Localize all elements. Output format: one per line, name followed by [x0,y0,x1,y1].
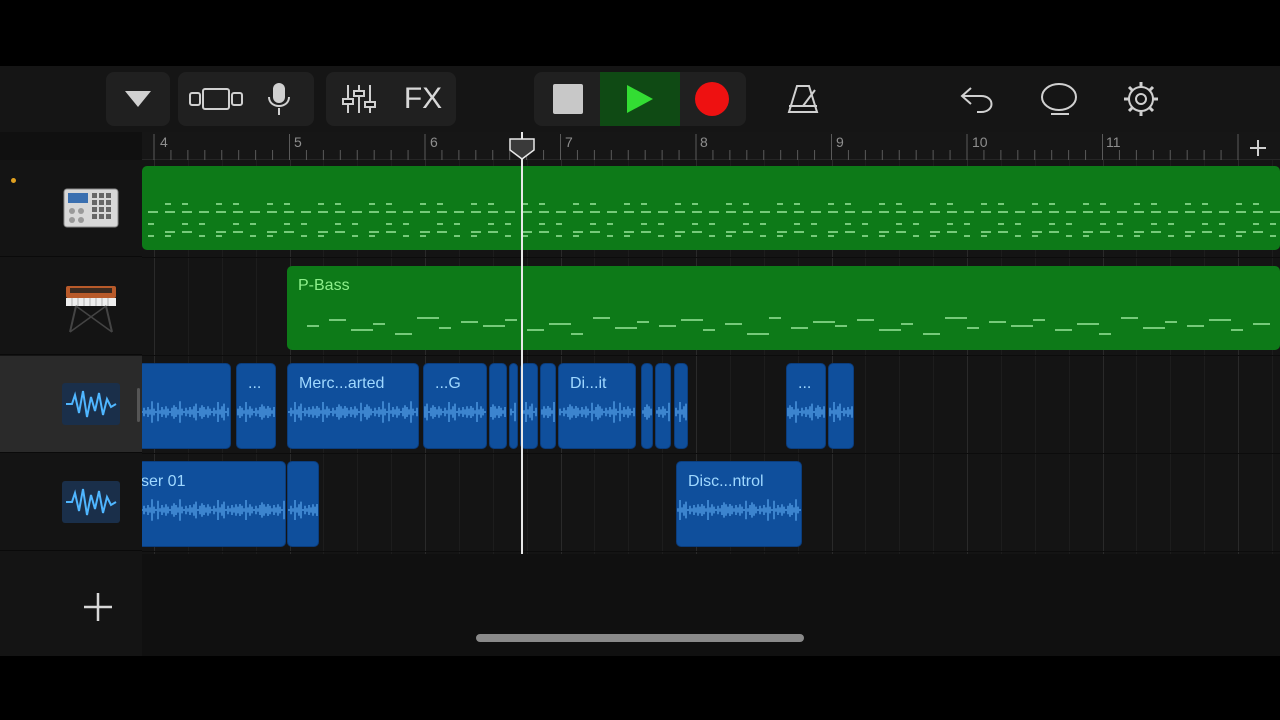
settings-button[interactable] [1110,72,1172,126]
audio-region[interactable] [287,461,319,547]
region-label: Disc...ntrol [688,473,764,490]
audio-region[interactable] [674,363,688,449]
bar-number: 6 [430,134,438,150]
track-header-bass-synth[interactable] [0,258,142,355]
audio-region[interactable]: ... [786,363,826,449]
audio-region[interactable]: ser 01 [142,461,286,547]
home-indicator[interactable] [476,634,804,642]
playhead[interactable] [521,132,523,554]
audio-waveform-icon [62,383,120,425]
audio-region[interactable]: ...G [423,363,487,449]
stop-button[interactable] [536,72,600,126]
tracks-area[interactable]: P-Bass ... Merc...arted ...G Di...it ...… [142,160,1280,554]
view-toggle-group [178,72,314,126]
region-label: ... [248,375,262,392]
audio-region[interactable]: Merc...arted [287,363,419,449]
audio-region[interactable] [142,363,231,449]
play-icon [627,85,653,113]
region-label: ...G [435,375,461,392]
bar-number: 4 [160,134,168,150]
track-lane-audio-1: ... Merc...arted ...G Di...it ... [142,356,1280,454]
audio-region[interactable] [489,363,507,449]
undo-icon [960,87,993,113]
add-section-icon[interactable] [1246,136,1270,160]
audio-region[interactable]: Di...it [558,363,636,449]
bar-number: 10 [972,134,988,150]
add-track-icon[interactable] [80,589,116,625]
input-button[interactable] [249,81,309,117]
sliders-icon [342,85,376,113]
metronome-icon [787,85,819,113]
record-button[interactable] [680,72,744,126]
track-lane-audio-2: ser 01 Disc...ntrol [142,454,1280,552]
fx-button[interactable]: FX [391,82,455,116]
drum-region[interactable] [142,166,1280,250]
play-button[interactable] [600,72,680,126]
bar-number: 5 [294,134,302,150]
bar-number: 9 [836,134,844,150]
track-header-audio-1[interactable] [0,356,142,453]
region-label: Di...it [570,375,607,392]
mixer-fx-group: FX [326,72,456,126]
region-label: Merc...arted [299,375,385,392]
playhead-handle-icon[interactable] [509,138,535,160]
browser-menu-button[interactable] [106,72,170,126]
bar-number: 11 [1106,134,1121,150]
gear-icon [1124,82,1158,116]
record-icon [695,82,729,116]
track-lane-drums [142,160,1280,258]
tracks-view-icon [189,88,243,110]
garageband-app: FX 4 5 6 7 8 9 10 11 P-Bass ... Merc...a… [0,66,1280,656]
metronome-button[interactable] [772,72,834,126]
drum-machine-icon [63,188,119,228]
audio-region[interactable] [828,363,854,449]
track-lane-bass: P-Bass [142,258,1280,356]
synth-keyboard-icon [66,286,116,333]
track-header-drums[interactable] [0,160,142,257]
audio-region[interactable] [641,363,653,449]
loop-browser-button[interactable] [1028,72,1090,126]
track-resize-handle[interactable] [137,388,140,422]
fx-label: FX [403,82,443,115]
audio-waveform-icon [62,481,120,523]
undo-button[interactable] [946,72,1008,126]
bass-notes [307,317,1270,335]
audio-region[interactable]: Disc...ntrol [676,461,802,547]
track-headers [0,160,142,656]
audio-region[interactable] [655,363,671,449]
toolbar: FX [0,66,1280,132]
drum-pattern-notes [148,203,1280,237]
audio-region[interactable] [540,363,556,449]
loop-icon [1041,83,1077,115]
audio-region[interactable]: ... [236,363,276,449]
tracks-view-button[interactable] [183,85,249,113]
transport-controls [534,72,746,126]
track-header-audio-2[interactable] [0,454,142,551]
mixer-button[interactable] [327,83,391,115]
region-label: ser 01 [142,473,186,490]
bar-number: 7 [565,134,573,150]
region-label: ... [798,375,812,392]
timeline-ruler[interactable]: 4 5 6 7 8 9 10 11 [142,132,1280,160]
audio-region[interactable] [509,363,518,449]
triangle-down-icon [125,91,151,107]
bar-number: 8 [700,134,708,150]
p-bass-region[interactable]: P-Bass [287,266,1280,350]
stop-icon [553,84,583,114]
microphone-icon [268,83,290,115]
